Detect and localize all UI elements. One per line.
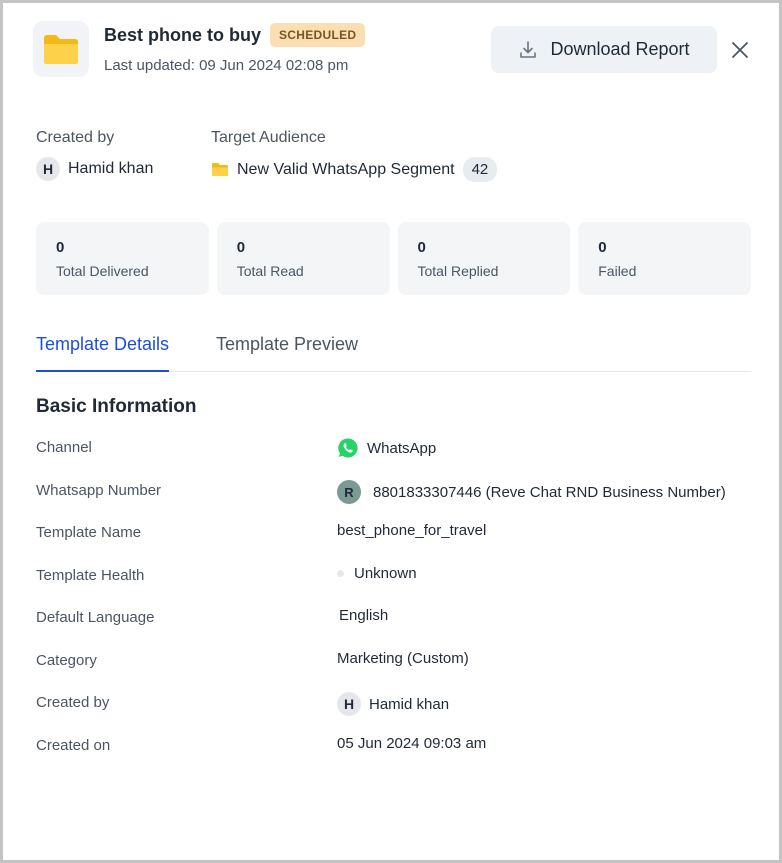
info-row-default-language: Default Language English — [36, 607, 751, 631]
info-label: Created by — [36, 694, 110, 711]
info-row-template-health: Template Health Unknown — [36, 565, 751, 589]
audience-count-badge: 42 — [462, 157, 498, 182]
info-label: Whatsapp Number — [36, 482, 162, 499]
download-report-label: Download Report — [550, 39, 690, 59]
template-name: best_phone_for_travel — [337, 522, 487, 539]
info-value: WhatsApp — [337, 437, 742, 459]
close-button[interactable] — [727, 37, 753, 63]
whatsapp-number: 8801833307446 (Reve Chat RND Business Nu… — [373, 483, 726, 501]
info-row-category: Category Marketing (Custom) — [36, 650, 751, 674]
info-label: Category — [36, 652, 97, 669]
folder-tile — [33, 21, 89, 77]
folder-icon — [44, 35, 78, 64]
info-value: 05 Jun 2024 09:03 am — [337, 735, 742, 752]
stat-value: 0 — [56, 239, 65, 256]
info-row-template-name: Template Name best_phone_for_travel — [36, 522, 751, 546]
last-updated: Last updated: 09 Jun 2024 02:08 pm — [104, 57, 349, 74]
info-value: R 8801833307446 (Reve Chat RND Business … — [337, 480, 742, 504]
stat-value: 0 — [236, 239, 246, 256]
info-label: Template Health — [36, 567, 145, 584]
info-value: H Hamid khan — [337, 692, 742, 716]
creator-name: Hamid khan — [369, 695, 450, 713]
info-row-whatsapp-number: Whatsapp Number R 8801833307446 (Reve Ch… — [36, 480, 751, 504]
info-row-channel: Channel WhatsApp — [36, 437, 751, 461]
health-status: Unknown — [354, 565, 417, 582]
avatar: R — [337, 480, 361, 504]
status-badge: SCHEDULED — [270, 23, 366, 47]
stat-label: Failed — [598, 263, 637, 279]
created-by-value: H Hamid khan — [36, 157, 153, 181]
info-value: Marketing (Custom) — [337, 650, 742, 667]
stats-row: 0 Total Delivered 0 Total Read 0 Total R… — [36, 222, 751, 295]
created-by-block: Created by H Hamid khan — [36, 129, 153, 181]
whatsapp-icon — [338, 438, 358, 458]
created-by-label: Created by — [36, 129, 115, 146]
channel-name: WhatsApp — [367, 439, 437, 457]
panel-header: Best phone to buy SCHEDULED Last updated… — [33, 19, 753, 79]
info-row-created-by: Created by H Hamid khan — [36, 692, 751, 716]
download-icon — [520, 40, 537, 58]
default-language: English — [339, 607, 389, 624]
info-value: best_phone_for_travel — [337, 522, 742, 539]
creator-name: Hamid khan — [68, 160, 154, 177]
stat-total-replied: 0 Total Replied — [397, 222, 571, 295]
campaign-details-panel: Best phone to buy SCHEDULED Last updated… — [0, 0, 782, 863]
tab-bar: Template Details Template Preview — [36, 331, 751, 372]
tab-template-details[interactable]: Template Details — [36, 334, 170, 372]
avatar: H — [36, 157, 60, 181]
info-value: Unknown — [337, 565, 742, 582]
stat-label: Total Read — [236, 263, 304, 279]
title-row: Best phone to buy SCHEDULED — [104, 23, 366, 47]
stat-label: Total Replied — [417, 263, 499, 279]
target-audience-block: Target Audience New Valid WhatsApp Segme… — [211, 129, 498, 182]
close-icon — [732, 42, 748, 58]
stat-total-delivered: 0 Total Delivered — [36, 222, 209, 295]
stat-value: 0 — [417, 239, 426, 256]
info-label: Default Language — [36, 609, 155, 626]
target-audience-value: New Valid WhatsApp Segment 42 — [211, 157, 498, 182]
download-report-button[interactable]: Download Report — [491, 26, 717, 73]
campaign-title: Best phone to buy — [104, 24, 261, 45]
info-label: Created on — [36, 737, 111, 754]
stat-total-read: 0 Total Read — [216, 222, 390, 295]
info-value: English — [337, 607, 742, 624]
stat-label: Total Delivered — [56, 263, 149, 279]
health-status-dot — [337, 570, 344, 577]
created-on-date: 05 Jun 2024 09:03 am — [337, 735, 487, 752]
info-label: Channel — [36, 439, 92, 456]
tab-template-preview[interactable]: Template Preview — [216, 334, 358, 372]
category: Marketing (Custom) — [337, 650, 469, 667]
segment-name: New Valid WhatsApp Segment — [237, 160, 455, 178]
info-row-created-on: Created on 05 Jun 2024 09:03 am — [36, 735, 751, 759]
section-title: Basic Information — [36, 396, 197, 417]
avatar: H — [337, 692, 361, 716]
info-label: Template Name — [36, 524, 142, 541]
folder-icon — [212, 163, 228, 176]
target-audience-label: Target Audience — [211, 129, 326, 146]
stat-value: 0 — [598, 239, 607, 256]
stat-failed: 0 Failed — [578, 222, 751, 295]
